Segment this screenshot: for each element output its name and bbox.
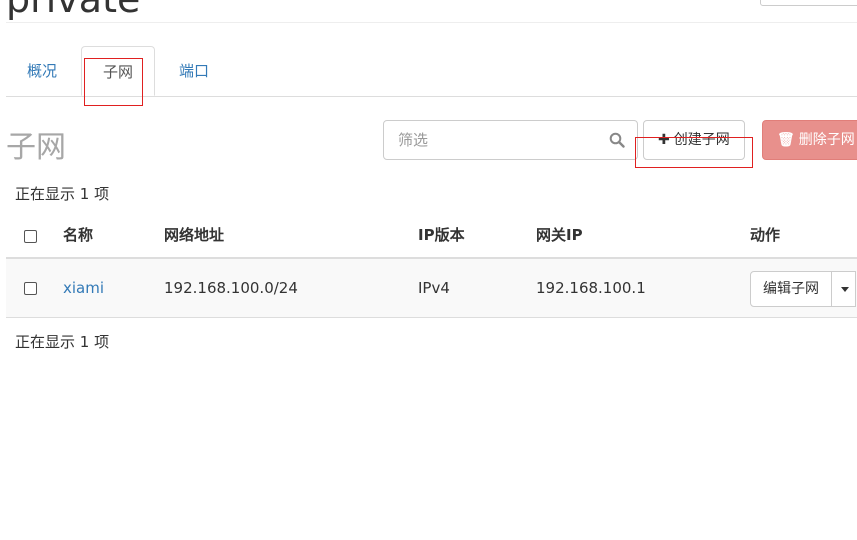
chevron-down-icon[interactable]: [832, 271, 856, 307]
top-action-button[interactable]: [760, 0, 857, 6]
subnet-table: 名称 网络地址 IP版本 网关IP 动作 xiami 192.168.100.0…: [6, 212, 857, 318]
column-header-ip-version[interactable]: IP版本: [418, 212, 465, 258]
delete-subnet-button[interactable]: 🗑 删除子网: [762, 120, 857, 160]
tab-overview[interactable]: 概况: [18, 46, 66, 96]
trash-icon: 🗑: [777, 132, 795, 148]
gateway-ip-cell: 192.168.100.1: [536, 279, 646, 297]
row-action-group: 编辑子网: [750, 271, 856, 307]
item-count-bottom: 正在显示 1 项: [15, 333, 110, 351]
filter-box: [383, 120, 638, 160]
table-row: xiami 192.168.100.0/24 IPv4 192.168.100.…: [6, 259, 857, 318]
delete-subnet-label: 删除子网: [798, 132, 855, 148]
select-all-checkbox[interactable]: [24, 230, 37, 243]
ip-version-cell: IPv4: [418, 279, 450, 297]
tab-subnets[interactable]: 子网: [81, 46, 155, 96]
network-address-cell: 192.168.100.0/24: [164, 279, 298, 297]
section-title: 子网: [6, 130, 66, 165]
edit-subnet-button[interactable]: 编辑子网: [750, 271, 832, 307]
plus-icon: ✚: [658, 132, 670, 148]
subnet-name-link[interactable]: xiami: [63, 259, 104, 317]
create-subnet-label: 创建子网: [673, 132, 730, 148]
table-header: 名称 网络地址 IP版本 网关IP 动作: [6, 212, 857, 259]
filter-input[interactable]: [384, 121, 598, 159]
row-checkbox[interactable]: [24, 282, 37, 295]
page-title: private: [6, 0, 140, 18]
tab-bar: 概况 子网 端口: [6, 46, 857, 97]
create-subnet-button[interactable]: ✚ 创建子网: [643, 120, 745, 160]
column-header-actions: 动作: [750, 226, 781, 244]
title-divider: [6, 22, 857, 23]
column-header-gateway-ip[interactable]: 网关IP: [536, 212, 583, 258]
item-count-top: 正在显示 1 项: [15, 185, 110, 203]
column-header-network-address[interactable]: 网络地址: [164, 212, 224, 258]
tab-ports[interactable]: 端口: [170, 46, 218, 96]
column-header-name[interactable]: 名称: [63, 212, 93, 258]
search-icon[interactable]: [609, 132, 625, 148]
